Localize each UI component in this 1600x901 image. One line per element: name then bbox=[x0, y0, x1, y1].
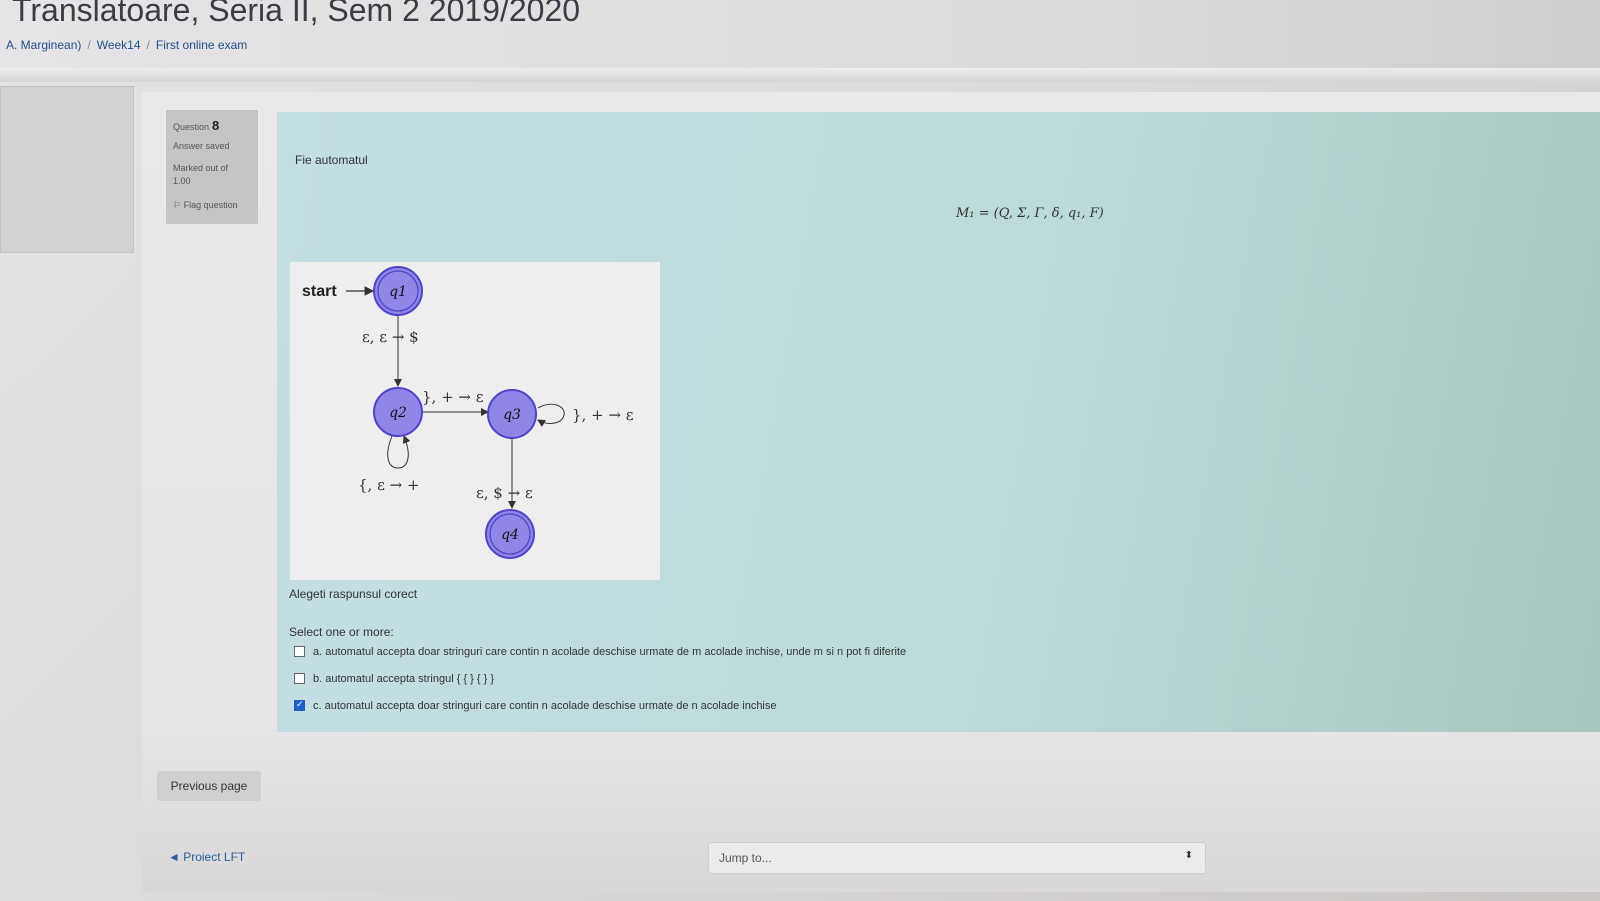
loop-q2 bbox=[387, 435, 411, 469]
select-prompt: Select one or more: bbox=[289, 625, 394, 639]
breadcrumb-item-exam[interactable]: First online exam bbox=[156, 38, 247, 52]
flag-question-link[interactable]: ⚐ Flag question bbox=[173, 200, 238, 211]
answer-option-c[interactable]: c. automatul accepta doar stringuri care… bbox=[294, 699, 777, 712]
answer-option-b[interactable]: b. automatul accepta stringul { { } { } … bbox=[294, 672, 495, 685]
question-grade-value: 1.00 bbox=[173, 176, 191, 186]
page-title: Translatoare, Seria II, Sem 2 2019/2020 bbox=[12, 0, 581, 28]
question-number: Question 8 bbox=[173, 118, 220, 133]
question-status: Answer saved bbox=[173, 141, 230, 151]
flag-icon: ⚐ bbox=[173, 200, 184, 210]
breadcrumb-item-course[interactable]: A. Marginean) bbox=[6, 38, 81, 52]
svg-text:q1: q1 bbox=[389, 284, 407, 300]
checkbox-b[interactable] bbox=[294, 672, 305, 684]
jump-to-select[interactable]: Jump to... ⬍ bbox=[708, 842, 1206, 874]
breadcrumb-item-week[interactable]: Week14 bbox=[97, 38, 141, 52]
state-q4: q4 bbox=[485, 509, 535, 559]
option-b-label: b. automatul accepta stringul { { } { } … bbox=[313, 673, 495, 685]
checkbox-c[interactable] bbox=[294, 699, 305, 711]
state-q3: q3 bbox=[487, 389, 537, 439]
automaton-formula: M₁ = (Q, Σ, Γ, δ, q₁, F) bbox=[956, 206, 1104, 221]
state-q2: q2 bbox=[373, 387, 423, 437]
answer-option-a[interactable]: a. automatul accepta doar stringuri care… bbox=[294, 645, 907, 658]
label-q2-q3: }, + → ε bbox=[422, 388, 484, 406]
checkbox-a[interactable] bbox=[294, 645, 305, 657]
jump-to-value: Jump to... bbox=[719, 851, 772, 865]
previous-page-button[interactable]: Previous page bbox=[157, 771, 261, 801]
automaton-svg: start ε, ε → $ }, + → ε }, + → ε {, ε → … bbox=[302, 266, 634, 559]
option-a-label: a. automatul accepta doar stringuri care… bbox=[313, 646, 907, 658]
question-intro: Fie automatul bbox=[295, 153, 368, 167]
label-q2-loop: {, ε → + bbox=[358, 476, 420, 494]
question-info-panel: Question 8 Answer saved Marked out of 1.0… bbox=[166, 110, 258, 224]
svg-text:q2: q2 bbox=[389, 405, 407, 421]
option-c-label: c. automatul accepta doar stringuri care… bbox=[313, 700, 777, 712]
select-arrows-icon: ⬍ bbox=[1184, 850, 1193, 861]
quiz-navigation-block bbox=[0, 86, 134, 253]
loop-q3 bbox=[537, 403, 565, 428]
breadcrumb: A. Marginean) / Week14/First online exam bbox=[6, 38, 248, 52]
label-q3-q4: ε, $ → ε bbox=[476, 484, 533, 502]
start-label: start bbox=[302, 283, 337, 300]
automaton-diagram: start ε, ε → $ }, + → ε }, + → ε {, ε → … bbox=[290, 262, 660, 580]
header-divider bbox=[0, 68, 1600, 82]
course-link[interactable]: ◄ Proiect LFT bbox=[168, 850, 245, 864]
svg-text:q3: q3 bbox=[503, 407, 521, 423]
state-q1: q1 bbox=[373, 266, 423, 316]
question-grade-label: Marked out of bbox=[173, 163, 229, 173]
svg-text:q4: q4 bbox=[501, 527, 519, 543]
label-q1-q2: ε, ε → $ bbox=[362, 328, 419, 346]
label-q3-loop: }, + → ε bbox=[572, 406, 634, 424]
question-instruction: Alegeti raspunsul corect bbox=[289, 587, 418, 601]
